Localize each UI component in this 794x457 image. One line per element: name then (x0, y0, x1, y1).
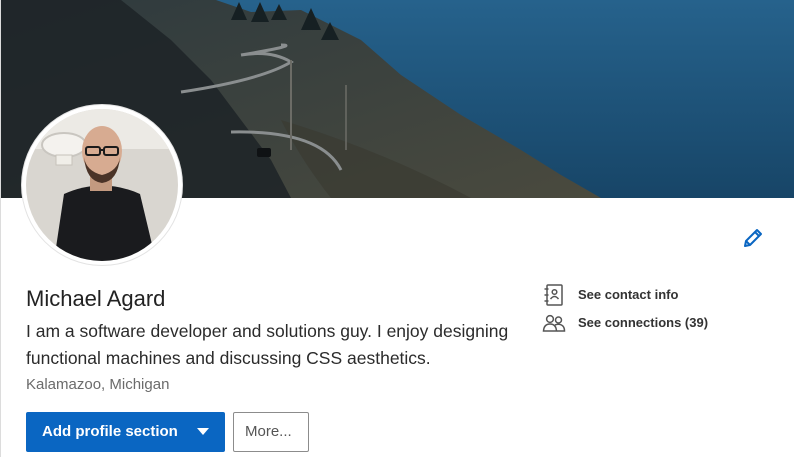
profile-headline: I am a software developer and solutions … (26, 321, 509, 368)
more-button[interactable]: More... (233, 412, 309, 452)
add-profile-section-label: Add profile section (42, 423, 178, 440)
see-connections-label: See connections (39) (578, 315, 709, 330)
more-button-label: More... (245, 423, 292, 440)
see-contact-info-label: See contact info (578, 287, 679, 302)
see-contact-info-link[interactable]: See contact info (542, 283, 692, 307)
pencil-icon[interactable] (741, 226, 765, 250)
address-book-icon (544, 284, 563, 306)
people-icon (542, 314, 566, 332)
see-connections-link[interactable]: See connections (39) (542, 311, 722, 335)
profile-name: Michael Agard (26, 286, 166, 311)
profile-location: Kalamazoo, Michigan (26, 376, 170, 393)
caret-down-icon[interactable] (197, 428, 209, 436)
avatar-image (26, 109, 178, 261)
profile-card: Michael Agard I am a software developer … (0, 0, 794, 457)
profile-photo[interactable] (26, 109, 178, 261)
add-profile-section-button[interactable]: Add profile section (26, 412, 225, 452)
